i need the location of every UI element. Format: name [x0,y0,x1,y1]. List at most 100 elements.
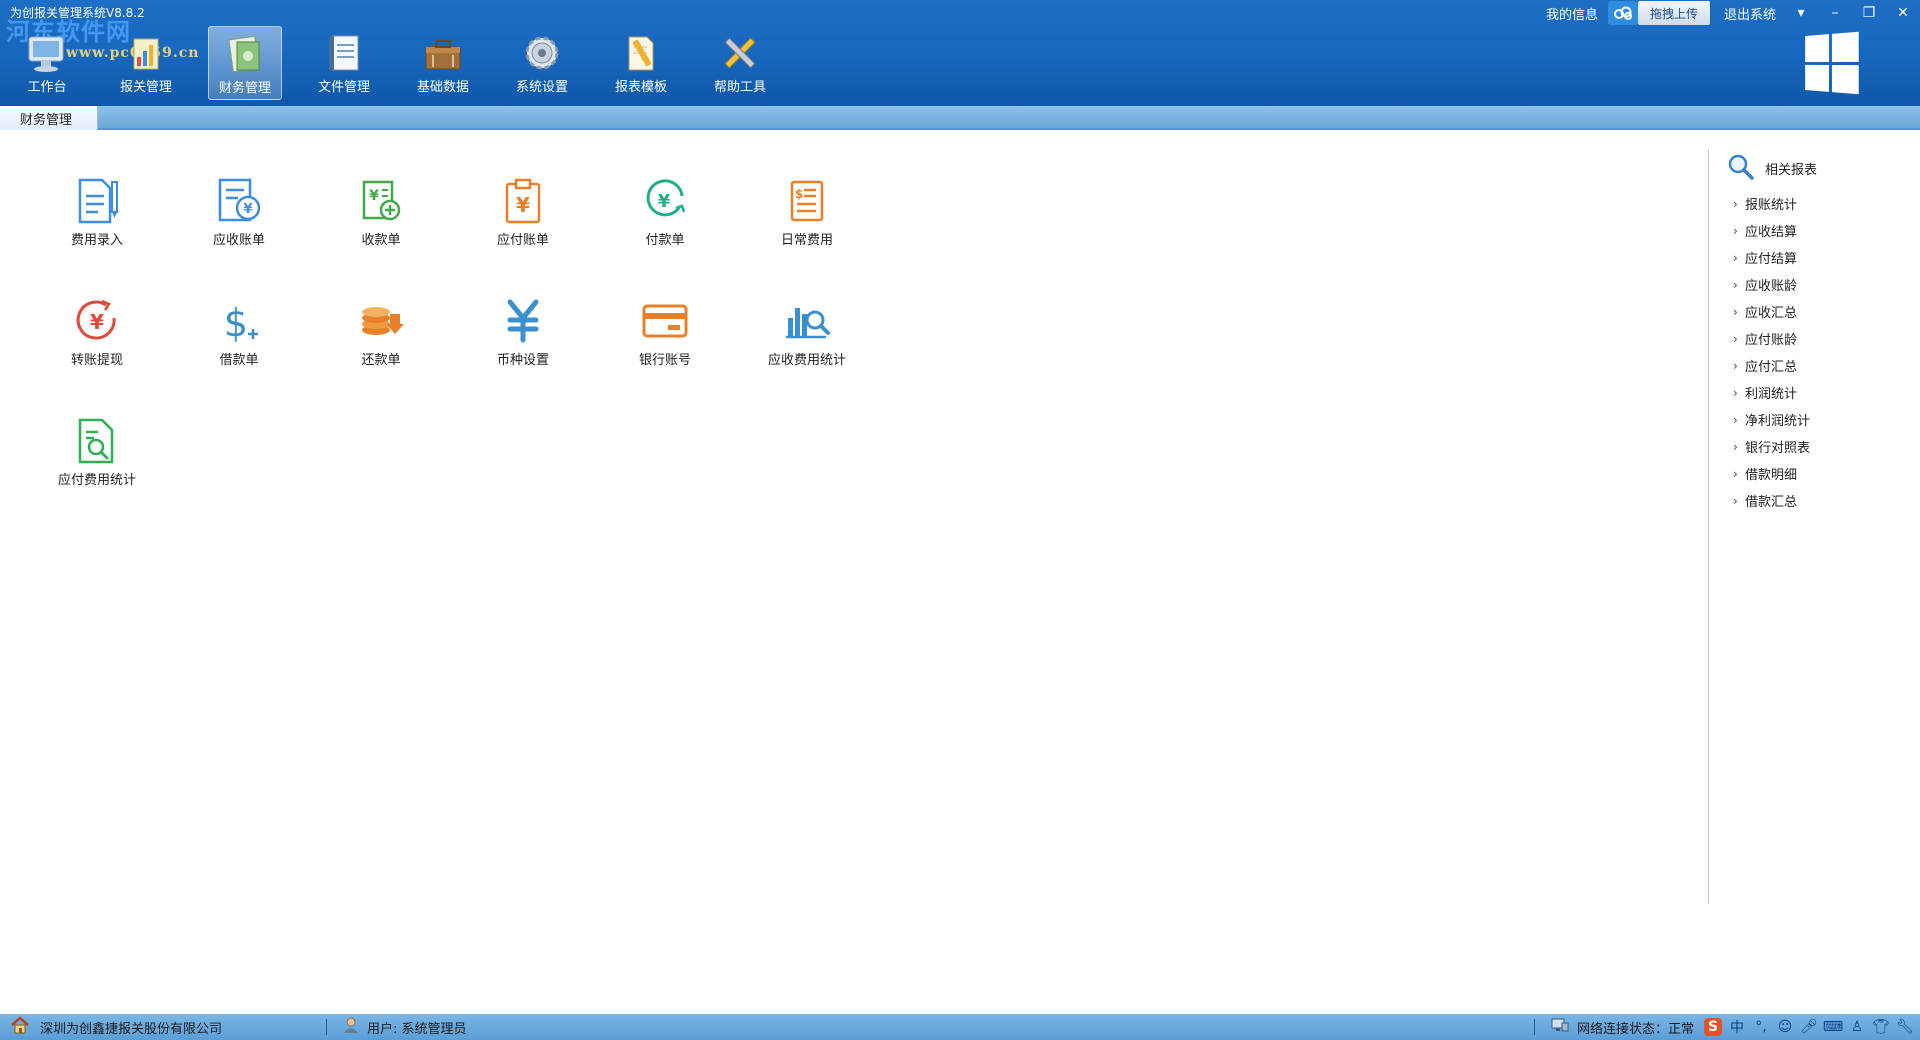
function-label: 收款单 [361,233,401,248]
receipt-icon: ¥ [355,175,407,227]
report-link[interactable]: › 应收汇总 [1733,298,1920,325]
function-receipt[interactable]: ¥ 收款单 [331,175,431,257]
transfer-icon: ¥ [71,295,123,347]
daily-expense-icon: $ [781,175,833,227]
keyboard-icon[interactable]: ⌨ [1823,1018,1843,1036]
function-transfer[interactable]: ¥ 转账提现 [47,295,147,377]
wrench-icon[interactable]: 🔧︎ [1896,1018,1914,1036]
nav-help-tools[interactable]: 帮助工具 [703,26,777,100]
chevron-right-icon: › [1733,412,1738,427]
bank-card-icon [639,295,691,347]
sogou-logo-icon[interactable]: S [1704,1018,1722,1036]
function-repayment[interactable]: 还款单 [331,295,431,377]
function-daily-expense[interactable]: $ 日常费用 [757,175,857,257]
nav-customs[interactable]: 报关管理 [109,26,183,100]
function-receivable-bill[interactable]: ¥ 应收账单 [189,175,289,257]
status-network: 网络连接状态：正常 [1551,1014,1694,1040]
svg-text:¥: ¥ [369,188,379,204]
nav-workbench[interactable]: 工作台 [10,26,84,100]
status-divider [326,1019,328,1035]
repayment-icon [355,295,407,347]
restore-icon[interactable]: ❐ [1852,5,1886,21]
emoji-icon[interactable]: ☺ [1776,1018,1794,1036]
function-label: 应付账单 [496,233,549,248]
report-link[interactable]: › 利润统计 [1733,379,1920,406]
related-reports-header: 相关报表 [1709,150,1920,186]
nav-report-template[interactable]: 报表模板 [604,26,678,100]
function-payable-bill[interactable]: ¥ 应付账单 [473,175,573,257]
nav-settings[interactable]: 系统设置 [505,26,579,100]
function-payment[interactable]: ¥ 付款单 [615,175,715,257]
chevron-right-icon: › [1733,331,1738,346]
company-name: 深圳为创鑫捷报关股份有限公司 [40,1021,223,1037]
function-loan[interactable]: $ 借款单 [189,295,289,377]
network-icon [1551,1017,1569,1037]
function-currency[interactable]: 币种设置 [473,295,573,377]
report-link-label: 报账统计 [1745,198,1798,213]
report-link[interactable]: › 报账统计 [1733,190,1920,217]
chevron-right-icon: › [1733,250,1738,265]
report-link[interactable]: › 应收账龄 [1733,271,1920,298]
chevron-right-icon: › [1733,304,1738,319]
tab-strip: 财务管理 [0,106,1920,130]
cloud-icon[interactable] [1607,1,1638,25]
payment-icon: ¥ [639,175,691,227]
report-link-label: 应付账龄 [1745,333,1798,348]
network-status: 网络连接状态：正常 [1576,1021,1694,1037]
dropdown-arrow-icon[interactable]: ▾ [1784,5,1818,21]
chevron-right-icon: › [1733,358,1738,373]
report-link[interactable]: › 应付结算 [1733,244,1920,271]
report-link-label: 应付汇总 [1745,360,1798,375]
report-link[interactable]: › 借款汇总 [1733,487,1920,514]
loan-icon: $ [213,295,265,347]
toolbox-icon [420,32,466,74]
svg-text:¥: ¥ [658,191,671,212]
report-link[interactable]: › 借款明细 [1733,460,1920,487]
report-link[interactable]: › 应收结算 [1733,217,1920,244]
function-label: 还款单 [361,353,401,368]
nav-label: 报表模板 [614,80,667,95]
finance-icon [222,33,268,75]
microphone-icon[interactable]: 🎤︎ [1800,1018,1818,1036]
customs-icon [123,32,169,74]
skin-icon[interactable]: 👕︎ [1872,1018,1890,1036]
function-bank-account[interactable]: 银行账号 [615,295,715,377]
nav-files[interactable]: 文件管理 [307,26,381,100]
header-links: 我的信息 拖拽上传 退出系统 ▾ – ❐ ✕ [1538,0,1920,26]
user-profile-icon[interactable]: ♙ [1848,1018,1866,1036]
status-user: 用户: 系统管理员 [343,1014,467,1040]
svg-text:¥: ¥ [90,310,104,334]
title-bar: 为创报关管理系统V8.8.2 河东软件网 www.pc0359.cn 我的信息 … [0,0,1920,106]
minimize-icon[interactable]: – [1818,5,1852,21]
windows-logo-icon [1805,31,1859,95]
close-icon[interactable]: ✕ [1886,5,1920,21]
report-link[interactable]: › 银行对照表 [1733,433,1920,460]
search-icon [1727,153,1755,184]
user-label: 用户: 系统管理员 [367,1021,467,1037]
nav-base-data[interactable]: 基础数据 [406,26,480,100]
status-company: 深圳为创鑫捷报关股份有限公司 [0,1014,222,1040]
function-expense-entry[interactable]: 费用录入 [47,175,147,257]
svg-text:¥: ¥ [516,193,530,217]
nav-label: 工作台 [27,80,67,95]
report-link[interactable]: › 应付汇总 [1733,352,1920,379]
function-receivable-stats[interactable]: 应收费用统计 [757,295,857,377]
main-nav: 工作台 报关管理 财务管理 文件管理 基础数据 系统设置 报表模板 帮助工具 [0,26,802,100]
chevron-right-icon: › [1733,385,1738,400]
nav-finance[interactable]: 财务管理 [208,26,282,100]
function-payable-stats[interactable]: 应付费用统计 [47,415,147,497]
report-link[interactable]: › 应付账龄 [1733,325,1920,352]
report-link-label: 应付结算 [1745,252,1798,267]
ime-mode-label[interactable]: 中 [1728,1018,1746,1036]
logout-link[interactable]: 退出系统 [1716,4,1784,23]
ime-toolbar: S 中 °, ☺ 🎤︎ ⌨ ♙ 👕︎ 🔧︎ [1704,1018,1914,1036]
function-label: 应收费用统计 [767,353,846,368]
function-label: 借款单 [219,353,259,368]
notebook-icon [321,32,367,74]
tab-finance[interactable]: 财务管理 [0,106,98,130]
my-info-link[interactable]: 我的信息 [1538,4,1606,23]
report-link[interactable]: › 净利润统计 [1733,406,1920,433]
upload-button[interactable]: 拖拽上传 [1637,1,1710,25]
punctuation-icon[interactable]: °, [1752,1018,1770,1036]
currency-icon [497,295,549,347]
